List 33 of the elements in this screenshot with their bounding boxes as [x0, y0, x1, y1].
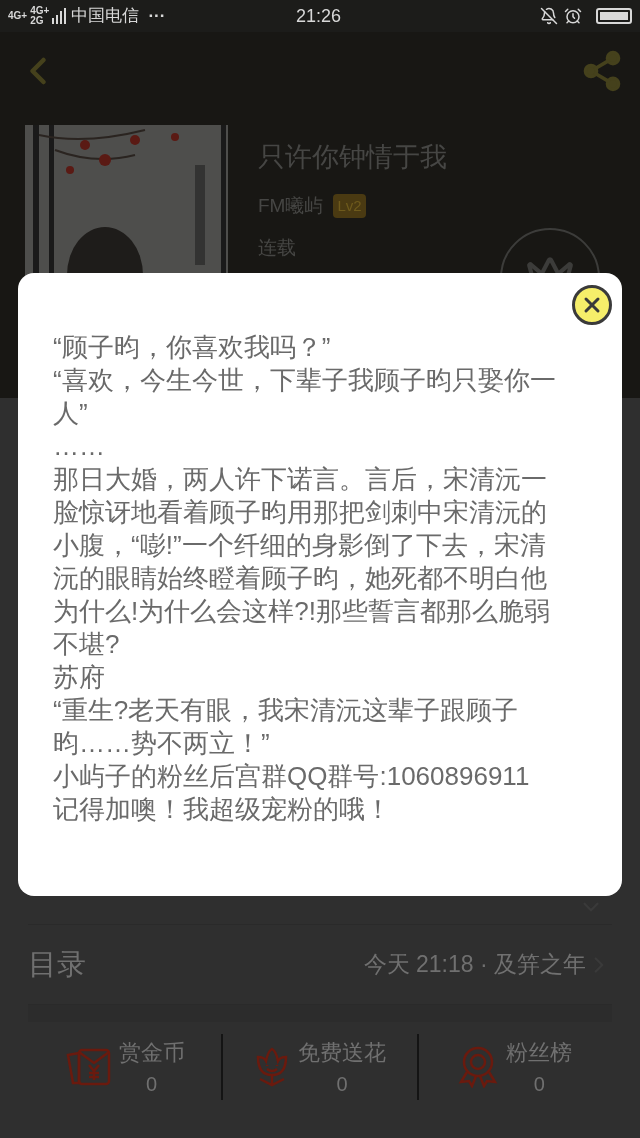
close-button[interactable]	[572, 285, 612, 325]
stat-label: 粉丝榜	[506, 1038, 573, 1067]
intro-paragraph: “重生?老天有眼，我宋清沅这辈子跟顾子昀……势不两立！”	[53, 694, 520, 760]
signal-icon	[52, 8, 67, 24]
stat-item[interactable]: 免费送花 0	[223, 1035, 417, 1099]
intro-paragraph: “顾子昀，你喜欢我吗？”	[53, 331, 332, 364]
stat-label: 免费送花	[298, 1038, 386, 1067]
network-label: 4G+	[30, 6, 50, 16]
intro-paragraph: 记得加噢！我超级宠粉的哦！	[53, 793, 392, 826]
envelope-icon	[64, 1047, 111, 1087]
alarm-clock-icon	[564, 7, 582, 25]
bell-off-icon	[540, 7, 558, 25]
clock-time: 21:26	[296, 4, 342, 28]
stat-item[interactable]: 粉丝榜 0	[418, 1035, 612, 1099]
medal-icon	[458, 1046, 499, 1088]
carrier-name: 中国电信	[71, 5, 140, 28]
catalog-label[interactable]: 目录	[28, 942, 86, 987]
stat-count: 0	[146, 1071, 158, 1097]
stat-item[interactable]: 赏金币 0	[28, 1035, 222, 1099]
more-dots: ···	[148, 5, 166, 28]
stat-count: 0	[336, 1071, 348, 1097]
latest-chapter[interactable]: 今天 21:18 · 及笄之年	[363, 947, 586, 982]
network-label: 2G	[30, 16, 45, 26]
flower-icon	[254, 1047, 290, 1087]
intro-paragraph: “喜欢，今生今世，下辈子我顾子昀只娶你一人”	[53, 364, 557, 430]
intro-paragraph: ……	[53, 430, 106, 463]
network-label: 4G+	[8, 11, 28, 21]
stat-label: 赏金币	[118, 1038, 185, 1067]
battery-icon	[596, 8, 632, 24]
intro-paragraph: 苏府	[53, 661, 106, 694]
intro-paragraph: 小屿子的粉丝后宫群QQ群号:1060896911	[53, 760, 531, 793]
stat-count: 0	[533, 1071, 545, 1097]
intro-paragraph: 那日大婚，两人许下诺言。言后，宋清沅一脸惊讶地看着顾子昀用那把剑刺中宋清沅的小腹，“嘭!”一个纤细的身影倒了下去，宋清沅的眼睛始终瞪着顾子昀，她死都不明白他为什么!为什么会这样?!那些誓言都那么脆弱不堪?	[53, 463, 551, 661]
